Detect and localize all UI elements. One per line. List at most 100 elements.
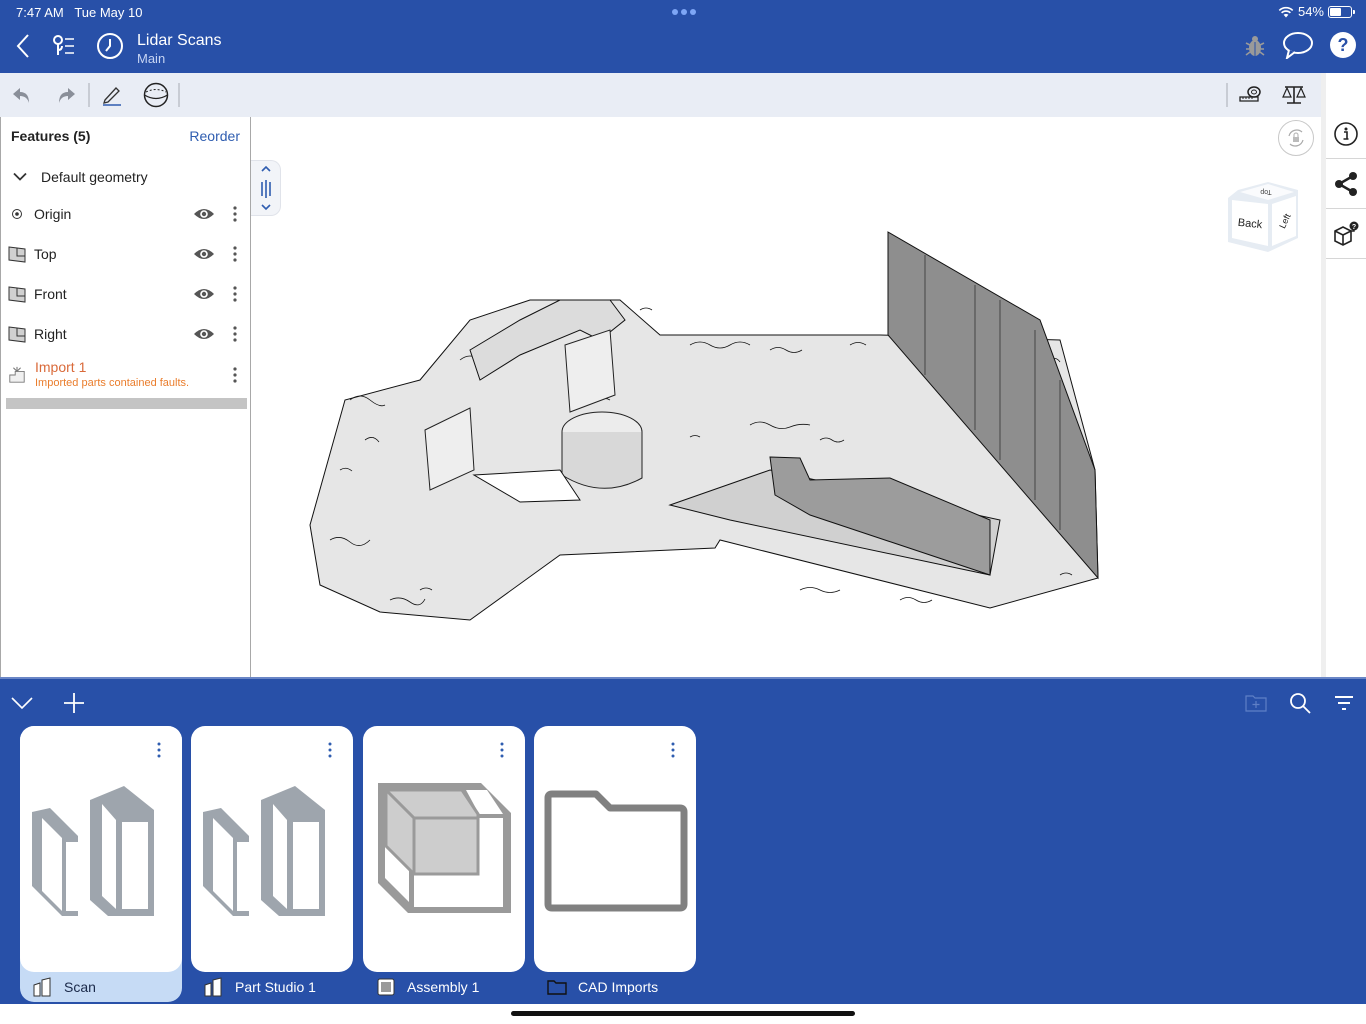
filter-icon xyxy=(1335,696,1353,710)
partstudio-thumbnail-icon xyxy=(203,786,325,916)
comments-button[interactable] xyxy=(1282,29,1314,61)
tab-footer: CAD Imports xyxy=(534,972,696,1002)
multitask-dots[interactable] xyxy=(672,9,696,15)
tab-label: CAD Imports xyxy=(578,979,659,995)
plane-icon xyxy=(8,325,26,343)
wifi-icon xyxy=(1278,6,1294,17)
tab-footer: Scan xyxy=(20,972,182,1002)
view-rotation-lock-button[interactable] xyxy=(1278,120,1314,156)
document-title[interactable]: Lidar Scans xyxy=(137,32,222,50)
import-icon xyxy=(8,366,26,384)
tab-scan[interactable]: Scan xyxy=(20,726,182,1002)
info-button[interactable] xyxy=(1326,109,1366,159)
tab-part-studio-1[interactable]: Part Studio 1 xyxy=(191,726,353,1002)
more-options-icon[interactable] xyxy=(156,742,162,758)
tab-label: Assembly 1 xyxy=(407,979,480,995)
tab-thumbnail xyxy=(20,726,182,972)
more-options-icon[interactable] xyxy=(499,742,505,758)
feature-label: Top xyxy=(34,246,57,262)
more-options-icon[interactable] xyxy=(230,206,240,222)
more-options-icon[interactable] xyxy=(670,742,676,758)
lidar-scan-mesh[interactable] xyxy=(251,117,1316,677)
assembly-thumbnail-icon xyxy=(378,783,511,913)
expand-collapse-icon xyxy=(260,165,271,211)
redo-icon xyxy=(59,88,75,103)
feature-row-origin[interactable]: Origin xyxy=(1,194,250,234)
status-time-text: 7:47 AM xyxy=(16,5,64,20)
collapse-panel-button[interactable] xyxy=(8,689,36,717)
history-button[interactable] xyxy=(94,30,126,62)
partstudio-icon xyxy=(204,977,222,997)
feature-row-top[interactable]: Top xyxy=(1,234,250,274)
battery-percent: 54% xyxy=(1297,4,1324,19)
tab-assembly-1[interactable]: Assembly 1 xyxy=(363,726,525,1002)
share-button[interactable] xyxy=(1326,159,1366,209)
chevron-down-icon xyxy=(11,697,33,710)
search-button[interactable] xyxy=(1286,689,1314,717)
feature-error-message: Imported parts contained faults. xyxy=(35,377,190,389)
tab-manager-panel: Scan Part Studio 1 Assembly 1 CAD Import… xyxy=(0,677,1366,1004)
more-options-icon[interactable] xyxy=(230,286,240,302)
feature-row-import[interactable]: Import 1 Imported parts contained faults… xyxy=(1,354,250,396)
branch-name[interactable]: Main xyxy=(137,51,165,66)
new-folder-button[interactable] xyxy=(1242,689,1270,717)
folder-thumbnail-icon xyxy=(544,790,688,912)
version-graph-button[interactable] xyxy=(47,30,79,62)
search-icon xyxy=(1290,693,1311,714)
tab-footer: Part Studio 1 xyxy=(191,972,353,1002)
eye-icon[interactable] xyxy=(193,207,215,221)
assembly-icon xyxy=(377,978,395,996)
view-cube[interactable]: Top Back Left xyxy=(1224,178,1302,256)
right-rail: ? xyxy=(1321,73,1366,677)
chevron-down-icon xyxy=(13,172,27,181)
help-button[interactable]: ? xyxy=(1327,29,1359,61)
toolbar-divider xyxy=(1226,83,1228,107)
sketch-button[interactable] xyxy=(96,79,128,111)
tab-footer: Assembly 1 xyxy=(363,972,525,1002)
add-tab-button[interactable] xyxy=(60,689,88,717)
more-options-icon[interactable] xyxy=(230,246,240,262)
tab-thumbnail xyxy=(191,726,353,972)
measure-button[interactable] xyxy=(1234,79,1266,111)
feature-row-right[interactable]: Right xyxy=(1,314,250,354)
tab-thumbnail xyxy=(363,726,525,972)
rollback-bar[interactable] xyxy=(6,398,247,409)
status-time: 7:47 AM Tue May 10 xyxy=(16,5,142,20)
home-indicator[interactable] xyxy=(511,1011,855,1016)
more-options-icon[interactable] xyxy=(230,367,240,383)
feature-label: Front xyxy=(34,286,67,302)
more-options-icon[interactable] xyxy=(230,326,240,342)
filter-button[interactable] xyxy=(1330,689,1358,717)
graphics-viewport[interactable] xyxy=(251,117,1316,677)
undo-button[interactable] xyxy=(6,79,38,111)
panel-resize-handle[interactable] xyxy=(251,160,281,216)
reorder-button[interactable]: Reorder xyxy=(189,128,240,144)
feature-label: Right xyxy=(34,326,67,342)
toolbar-divider xyxy=(178,83,180,107)
parts-button[interactable]: ? xyxy=(1326,209,1366,259)
clock-icon xyxy=(97,33,123,59)
more-options-icon[interactable] xyxy=(327,742,333,758)
eye-icon[interactable] xyxy=(193,287,215,301)
feature-row-front[interactable]: Front xyxy=(1,274,250,314)
group-label: Default geometry xyxy=(41,169,148,185)
debug-button[interactable] xyxy=(1239,30,1271,62)
main-toolbar xyxy=(0,73,1321,117)
tab-cad-imports-folder[interactable]: CAD Imports xyxy=(534,726,696,1002)
folder-icon xyxy=(547,980,567,995)
named-views-button[interactable] xyxy=(140,79,172,111)
svg-text:?: ? xyxy=(1352,224,1356,231)
parts-help-icon: ? xyxy=(1334,221,1359,246)
feature-label: Import 1 xyxy=(35,359,87,375)
eye-icon[interactable] xyxy=(193,247,215,261)
plus-icon xyxy=(64,693,84,713)
eye-icon[interactable] xyxy=(193,327,215,341)
rotation-lock-icon xyxy=(1288,129,1304,147)
folder-plus-icon xyxy=(1245,695,1267,712)
mass-properties-button[interactable] xyxy=(1278,79,1310,111)
back-button[interactable] xyxy=(7,30,39,62)
scan-stool-body xyxy=(561,432,643,489)
info-icon xyxy=(1334,121,1358,146)
default-geometry-group[interactable]: Default geometry xyxy=(1,157,250,197)
redo-button[interactable] xyxy=(50,79,82,111)
